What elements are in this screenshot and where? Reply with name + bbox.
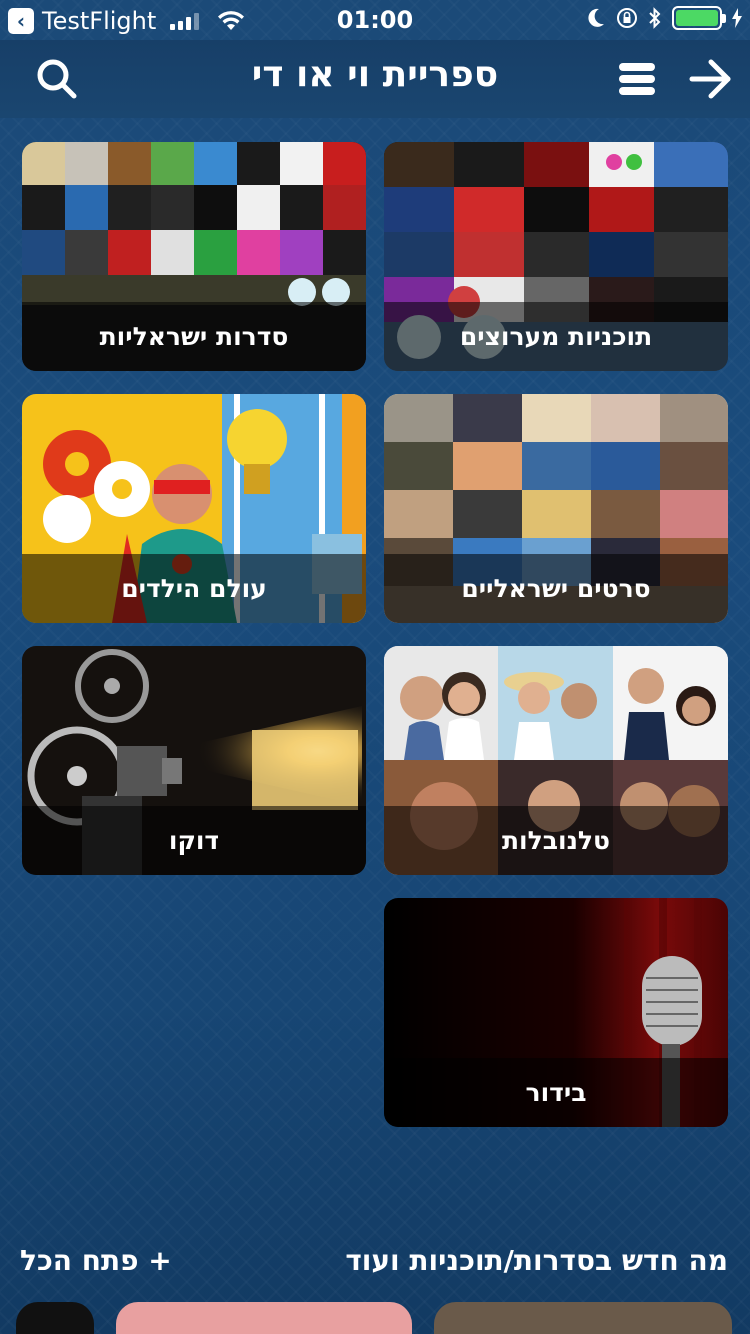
arrow-right-icon	[689, 59, 731, 99]
status-left: ‹ TestFlight	[8, 7, 245, 35]
tile-label-band: סדרות ישראליות	[22, 302, 366, 371]
tile-label: דוקו	[168, 826, 220, 855]
battery-icon	[672, 6, 726, 30]
tile-label-band: סרטים ישראליים	[384, 554, 728, 623]
tile-label: סדרות ישראליות	[99, 322, 289, 351]
tile-label-band: בידור	[384, 1058, 728, 1127]
menu-button[interactable]	[612, 54, 662, 104]
forward-button[interactable]	[686, 54, 736, 104]
nav-bar: ספריית וי או די	[0, 40, 750, 118]
wifi-icon	[218, 11, 245, 30]
whats-new-heading: מה חדש בסדרות/תוכניות ועוד	[345, 1244, 728, 1277]
status-right	[586, 6, 742, 30]
tile-label: עולם הילדים	[121, 574, 267, 603]
tile-label-band: דוקו	[22, 806, 366, 875]
tile-label: סרטים ישראליים	[461, 574, 651, 603]
orientation-lock-icon	[617, 8, 637, 28]
category-tile-kids-world[interactable]: עולם הילדים	[22, 394, 366, 623]
tile-label: בידור	[525, 1078, 587, 1107]
open-all-link[interactable]: + פתח הכל	[20, 1244, 172, 1277]
tile-label-band: טלנובלות	[384, 806, 728, 875]
carrier-label[interactable]: TestFlight	[42, 7, 156, 35]
charging-icon	[732, 8, 742, 28]
moon-icon	[588, 8, 604, 27]
tile-label-band: עולם הילדים	[22, 554, 366, 623]
category-tile-israeli-series[interactable]: סדרות ישראליות	[22, 142, 366, 371]
tile-label: טלנובלות	[501, 826, 611, 855]
status-bar: ‹ TestFlight 01:00	[0, 0, 750, 40]
category-tile-telenovelas[interactable]: טלנובלות	[384, 646, 728, 875]
signal-icon	[170, 12, 200, 30]
carousel-item-peek[interactable]	[116, 1302, 412, 1334]
menu-icon	[619, 63, 655, 95]
tile-label: תוכניות מערוצים	[459, 322, 653, 351]
category-tile-docu[interactable]: דוקו	[22, 646, 366, 875]
category-tile-israeli-movies[interactable]: סרטים ישראליים	[384, 394, 728, 623]
tile-label-band: תוכניות מערוצים	[384, 302, 728, 371]
carousel-item-peek[interactable]	[16, 1302, 94, 1334]
category-tile-channel-programs[interactable]: תוכניות מערוצים	[384, 142, 728, 371]
carousel-item-peek[interactable]	[434, 1302, 732, 1334]
bluetooth-icon	[649, 7, 661, 29]
category-tile-entertainment[interactable]: בידור	[384, 898, 728, 1127]
back-to-app-icon[interactable]: ‹	[8, 8, 34, 34]
